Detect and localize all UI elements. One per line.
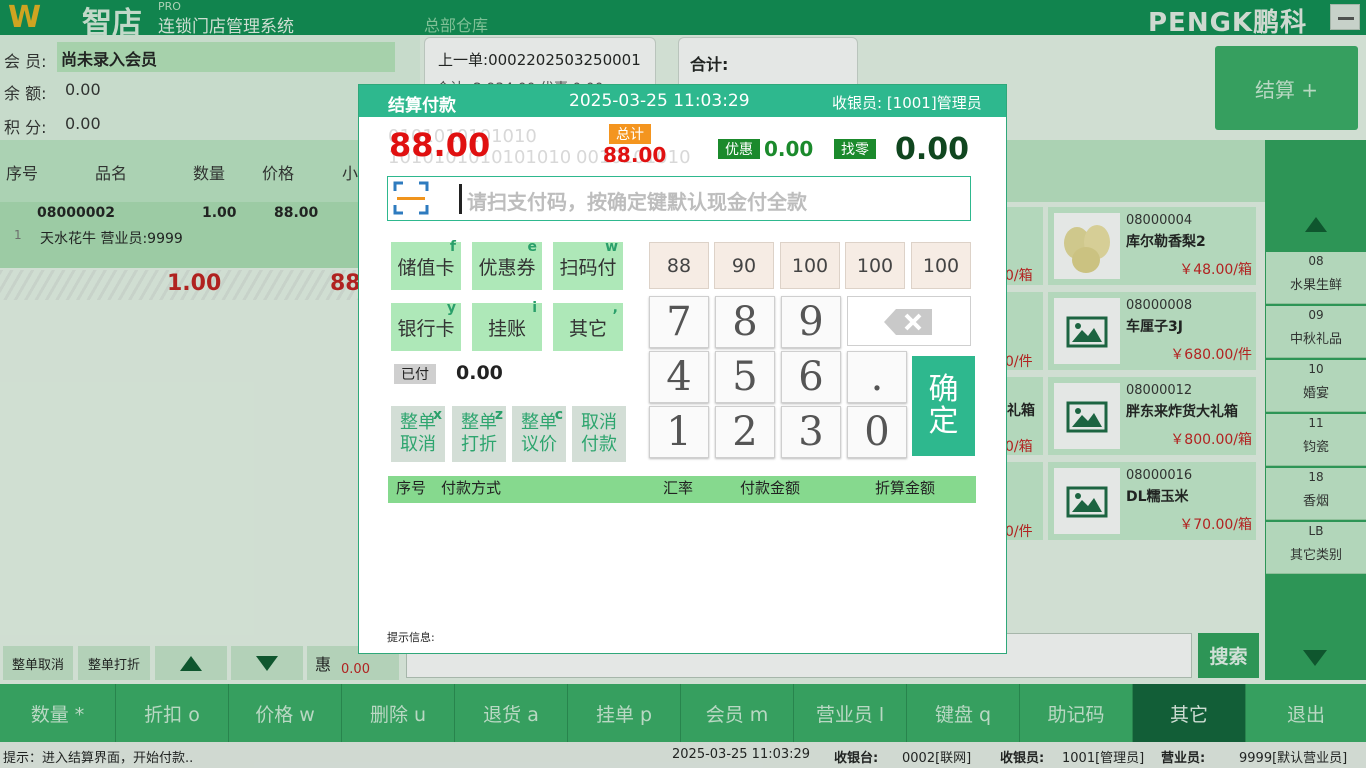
- quick-amount-button[interactable]: 88: [649, 242, 709, 289]
- button-label: 优惠券: [478, 256, 536, 279]
- key-8[interactable]: 8: [715, 296, 775, 348]
- key-4[interactable]: 4: [649, 351, 709, 403]
- col-method: 付款方式: [441, 479, 502, 497]
- button-label: 银行卡: [397, 317, 455, 340]
- shortcut-key: e: [527, 239, 538, 255]
- button-label: 储值卡: [397, 256, 455, 279]
- shortcut-key: ,: [612, 300, 618, 316]
- button-label: 整单: [521, 412, 557, 433]
- button-label: 议价: [521, 434, 557, 455]
- stored-value-card-button[interactable]: 储值卡 f: [391, 239, 461, 290]
- paid-amount: 0.00: [456, 362, 503, 384]
- backspace-icon: [884, 309, 932, 335]
- total-amount: 88.00: [603, 143, 667, 167]
- button-label: 打折: [461, 434, 497, 455]
- button-label: 其它: [568, 317, 607, 340]
- shortcut-key: c: [554, 407, 563, 423]
- discount-tag: 优惠: [718, 139, 760, 159]
- button-label: 整单: [461, 412, 497, 433]
- backspace-button[interactable]: [847, 296, 971, 346]
- order-discount-button[interactable]: 整单 打折 z: [452, 406, 506, 462]
- shortcut-key: w: [605, 239, 618, 255]
- key-5[interactable]: 5: [715, 351, 775, 403]
- input-placeholder: 请扫支付码，按确定键默认现金付全款: [467, 190, 807, 214]
- key-dot[interactable]: .: [847, 351, 907, 403]
- hint-label: 提示信息:: [387, 631, 435, 644]
- cancel-order-button[interactable]: 整单 取消 x: [391, 406, 445, 462]
- shortcut-key: i: [532, 300, 537, 316]
- button-label: 取消: [581, 412, 617, 433]
- coupon-button[interactable]: 优惠券 e: [472, 239, 542, 290]
- button-label: 挂账: [487, 317, 526, 340]
- discount-amount: 0.00: [764, 137, 814, 161]
- key-9[interactable]: 9: [781, 296, 841, 348]
- key-7[interactable]: 7: [649, 296, 709, 348]
- col-amount: 付款金额: [740, 479, 801, 497]
- key-2[interactable]: 2: [715, 406, 775, 458]
- on-account-button[interactable]: 挂账 i: [472, 300, 542, 351]
- dialog-datetime: 2025-03-25 11:03:29: [569, 91, 750, 111]
- change-amount: 0.00: [895, 132, 970, 167]
- change-tag: 找零: [834, 139, 876, 159]
- dialog-cashier: 收银员: [1001]管理员: [832, 94, 982, 112]
- scan-icon: [393, 181, 429, 215]
- button-label: 付款: [581, 434, 617, 455]
- shortcut-key: x: [432, 407, 442, 423]
- shortcut-key: z: [494, 407, 503, 423]
- confirm-button[interactable]: 确定: [912, 356, 975, 456]
- key-1[interactable]: 1: [649, 406, 709, 458]
- total-tag: 总计: [609, 124, 651, 144]
- key-6[interactable]: 6: [781, 351, 841, 403]
- other-payment-button[interactable]: 其它,: [553, 300, 623, 351]
- scan-pay-button[interactable]: 扫码付 w: [553, 239, 623, 290]
- quick-amount-button[interactable]: 100: [845, 242, 905, 289]
- button-label: 整单: [400, 412, 436, 433]
- button-label: 取消: [400, 434, 436, 455]
- button-label: 定: [928, 404, 959, 439]
- key-0[interactable]: 0: [847, 406, 907, 458]
- key-3[interactable]: 3: [781, 406, 841, 458]
- paid-tag: 已付: [394, 364, 436, 384]
- cancel-payment-button[interactable]: 取消 付款: [572, 406, 626, 462]
- bank-card-button[interactable]: 银行卡 y: [391, 300, 461, 351]
- quick-amount-button[interactable]: 100: [780, 242, 840, 289]
- order-bargain-button[interactable]: 整单 议价 c: [512, 406, 566, 462]
- quick-amount-button[interactable]: 90: [714, 242, 774, 289]
- amount-due: 88.00: [389, 126, 491, 164]
- col-index: 序号: [396, 479, 427, 497]
- dialog-title: 结算付款: [388, 96, 456, 116]
- shortcut-key: y: [446, 300, 456, 316]
- text-cursor: [459, 184, 462, 214]
- quick-amount-button[interactable]: 100: [911, 242, 971, 289]
- col-converted: 折算金额: [875, 479, 936, 497]
- shortcut-key: f: [449, 239, 456, 255]
- button-label: 扫码付: [559, 256, 617, 279]
- col-rate: 汇率: [663, 479, 694, 497]
- button-label: 确: [928, 372, 959, 407]
